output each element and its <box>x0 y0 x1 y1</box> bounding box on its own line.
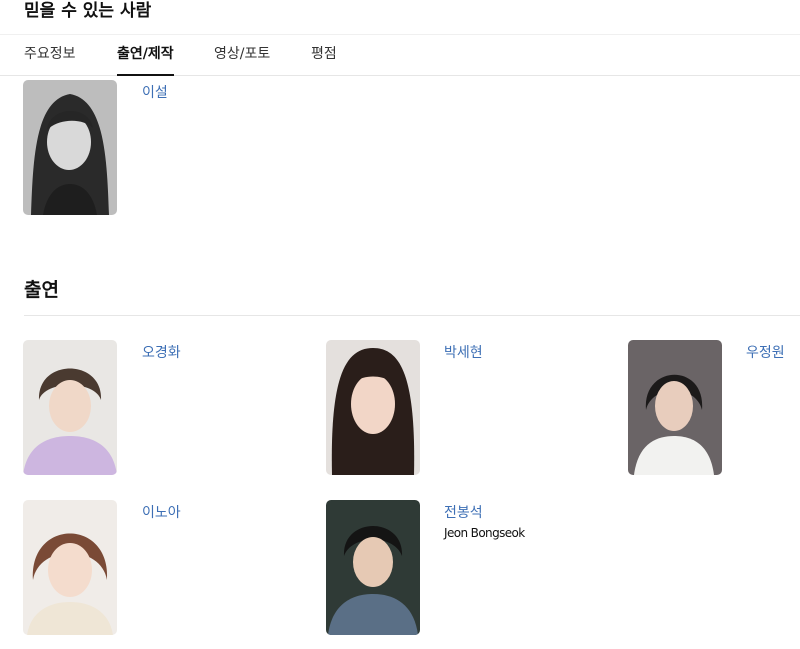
cast-name-1[interactable]: 오경화 <box>142 344 181 362</box>
cast-photo-2[interactable] <box>326 340 420 475</box>
cast-photo-4[interactable] <box>23 500 117 635</box>
tab-main-info[interactable]: 주요정보 <box>24 35 76 76</box>
cast-photo-5[interactable] <box>326 500 420 635</box>
cast-section-title: 출연 <box>24 279 59 301</box>
cast-name-2[interactable]: 박세현 <box>444 344 483 362</box>
tab-bar: 주요정보 출연/제작 영상/포토 평점 <box>0 34 800 76</box>
director-name[interactable]: 이설 <box>142 84 168 102</box>
section-divider <box>24 315 800 316</box>
tab-rating[interactable]: 평점 <box>311 35 337 76</box>
cast-name-en-5: Jeon Bongseok <box>444 526 525 540</box>
cast-photo-3[interactable] <box>628 340 722 475</box>
cast-name-3[interactable]: 우정원 <box>746 344 785 362</box>
tab-video-photo[interactable]: 영상/포토 <box>214 35 270 76</box>
cast-photo-1[interactable] <box>23 340 117 475</box>
page-title: 믿을 수 있는 사람 <box>24 1 152 21</box>
director-photo[interactable] <box>23 80 117 215</box>
cast-name-5[interactable]: 전봉석 <box>444 504 483 522</box>
tab-cast-production[interactable]: 출연/제작 <box>117 35 174 76</box>
cast-name-4[interactable]: 이노아 <box>142 504 181 522</box>
